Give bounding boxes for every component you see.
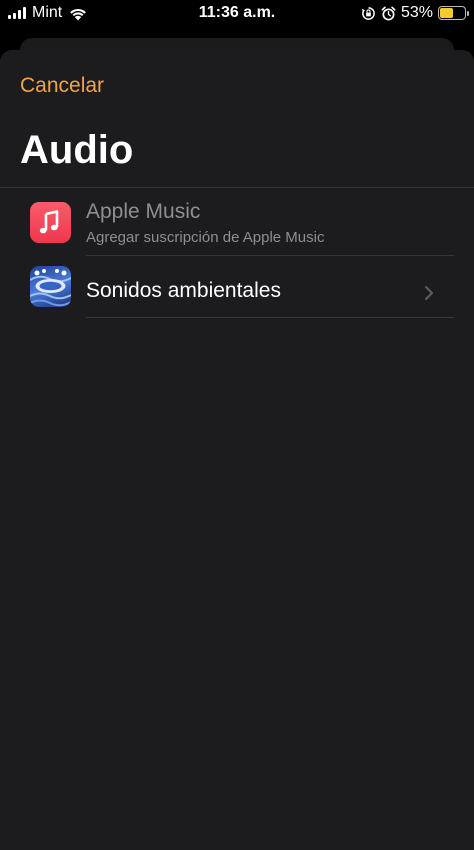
list-item-title: Apple Music bbox=[86, 200, 201, 223]
audio-sheet: Cancelar Audio Apple Music Agregar suscr… bbox=[0, 50, 474, 850]
chevron-right-icon bbox=[424, 285, 434, 301]
battery-icon bbox=[438, 6, 469, 20]
page-title: Audio bbox=[20, 128, 134, 172]
row-divider bbox=[86, 317, 454, 318]
list-item-subtitle: Agregar suscripción de Apple Music bbox=[86, 229, 325, 246]
status-right: 53% bbox=[361, 4, 469, 22]
alarm-icon bbox=[381, 6, 396, 20]
list-item-ambient-sounds[interactable]: Sonidos ambientales bbox=[0, 256, 474, 318]
music-note-icon bbox=[30, 202, 71, 243]
battery-percent: 53% bbox=[400, 4, 433, 21]
battery-fill bbox=[440, 8, 453, 18]
list-item-title: Sonidos ambientales bbox=[86, 279, 281, 302]
status-bar: Mint 11:36 a.m. 53% bbox=[0, 0, 474, 28]
orientation-lock-icon bbox=[361, 6, 375, 20]
list-item-apple-music[interactable]: Apple Music Agregar suscripción de Apple… bbox=[0, 190, 474, 256]
ambient-sounds-app-icon bbox=[30, 266, 71, 307]
title-divider bbox=[0, 187, 474, 188]
battery-cap bbox=[467, 11, 469, 16]
cancel-button[interactable]: Cancelar bbox=[20, 74, 104, 98]
